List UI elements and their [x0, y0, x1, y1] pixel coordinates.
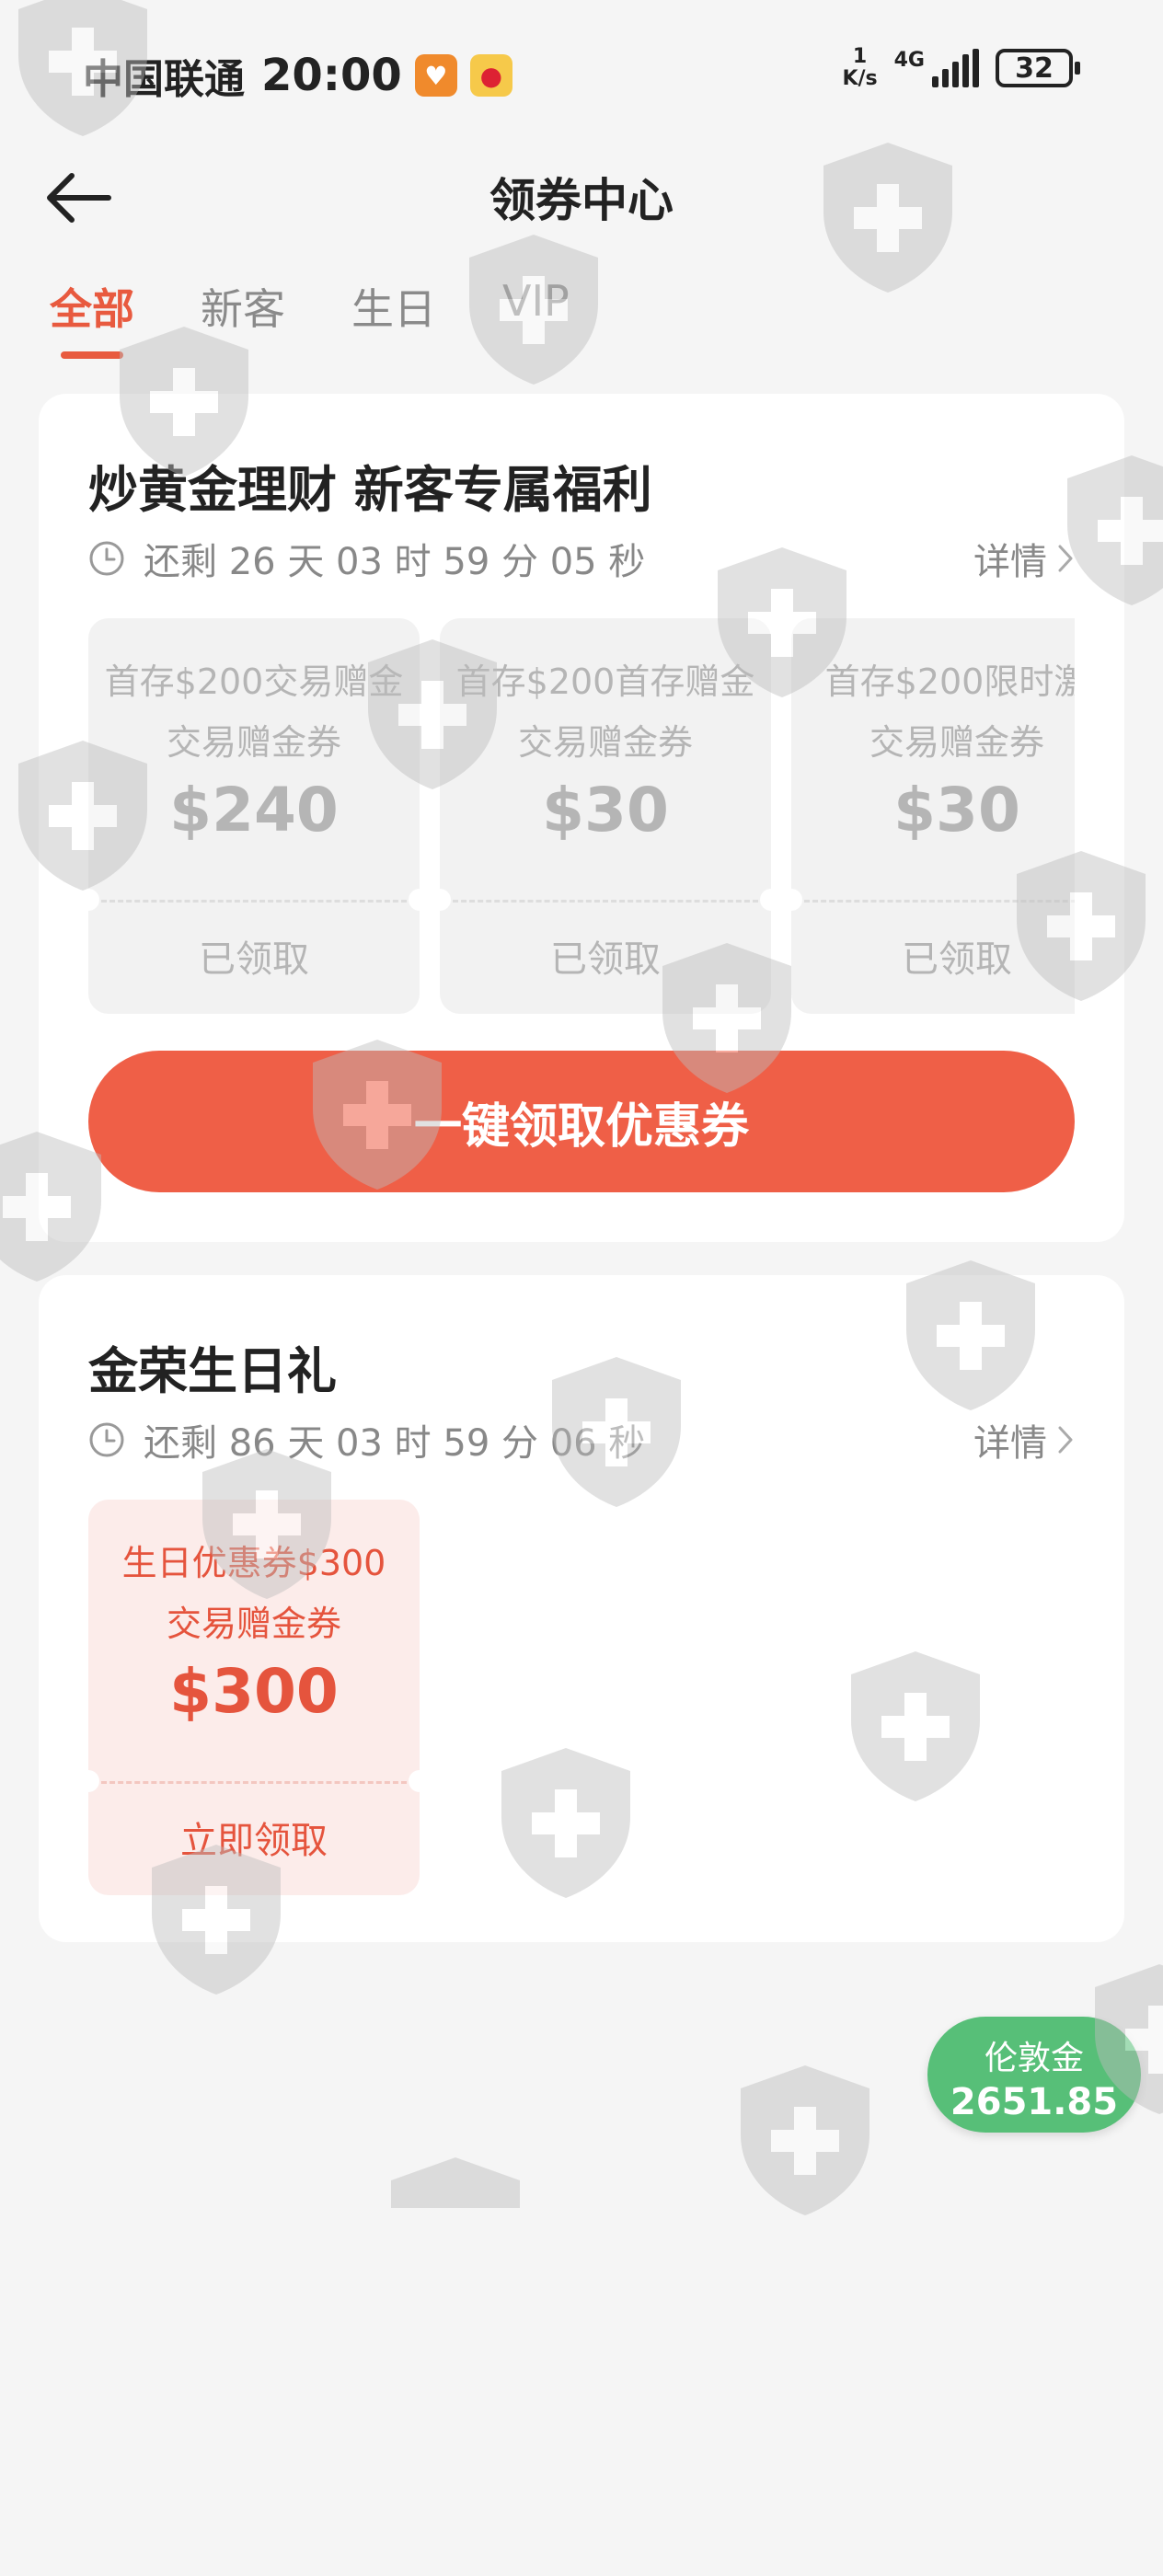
network-speed-unit: K/s: [842, 67, 878, 90]
countdown-text: 还剩 26 天 03 时 59 分 05 秒: [144, 541, 646, 583]
coupon-divider: [453, 900, 758, 903]
status-right: 1 K/s 4G 32: [842, 46, 1080, 90]
coupon-center-page: 中国联通 20:00 ♥ ● 1 K/s 4G 32 领券中心 全部 新客 生日…: [0, 0, 1163, 2576]
tab-birthday[interactable]: 生日: [351, 276, 436, 359]
coupon-name: 首存$200限时激: [824, 661, 1075, 702]
coupon-name: 首存$200首存赠金: [455, 661, 755, 702]
coupon-type: 交易赠金券: [869, 722, 1044, 763]
gold-price: 2651.85: [950, 2081, 1119, 2123]
coupon-card[interactable]: 首存$200交易赠金 交易赠金券 $240 已领取: [88, 618, 420, 1014]
app-notification-icon: ♥: [414, 54, 457, 97]
network-type: 4G: [893, 49, 925, 72]
coupon-divider: [101, 1781, 407, 1784]
tab-vip[interactable]: VIP: [502, 276, 570, 359]
countdown: 还剩 86 天 03 时 59 分 06 秒: [88, 1413, 645, 1466]
page-title: 领券中心: [489, 174, 674, 227]
countdown: 还剩 26 天 03 时 59 分 05 秒: [88, 532, 645, 585]
coupon-type: 交易赠金券: [517, 722, 693, 763]
london-gold-badge[interactable]: 伦敦金 2651.85: [927, 2017, 1141, 2133]
tab-all[interactable]: 全部: [50, 276, 134, 359]
weibo-icon: ●: [469, 54, 512, 97]
signal-icon: 4G: [894, 49, 979, 87]
coupon-type: 交易赠金券: [166, 1604, 341, 1644]
status-bar: 中国联通 20:00 ♥ ● 1 K/s 4G 32: [0, 0, 1163, 147]
countdown-text: 还剩 86 天 03 时 59 分 06 秒: [144, 1422, 646, 1465]
network-speed-value: 1: [852, 45, 868, 68]
header: 领券中心: [0, 138, 1163, 258]
details-link[interactable]: 详情: [973, 1413, 1075, 1466]
birthday-coupon-card[interactable]: 生日优惠券$300 交易赠金券 $300 立即领取: [88, 1500, 420, 1895]
details-link[interactable]: 详情: [973, 532, 1075, 585]
coupon-name: 生日优惠券$300: [121, 1543, 386, 1583]
coupon-type: 交易赠金券: [166, 722, 341, 763]
tab-new-customer[interactable]: 新客: [201, 276, 285, 359]
clock-icon: [89, 1422, 124, 1457]
section-title: 炒黄金理财 新客专属福利: [88, 461, 652, 519]
coupon-name: 首存$200交易赠金: [104, 661, 404, 702]
coupon-divider: [804, 900, 1075, 903]
chevron-right-icon: [1058, 1426, 1073, 1454]
coupon-amount: $240: [169, 775, 339, 845]
coupon-card[interactable]: 首存$200限时激 交易赠金券 $30 已领取: [791, 618, 1075, 1014]
claim-all-button[interactable]: 一键领取优惠券: [88, 1051, 1075, 1192]
coupon-amount: $30: [893, 775, 1020, 845]
section-title: 金荣生日礼: [88, 1342, 337, 1400]
coupon-status: 已领取: [550, 938, 661, 981]
tab-bar: 全部 新客 生日 VIP: [50, 276, 570, 359]
details-label: 详情: [973, 541, 1047, 583]
clock-icon: [89, 541, 124, 576]
shield-watermark-icon: [391, 2157, 520, 2208]
coupon-status: 已领取: [902, 938, 1012, 981]
carrier-name: 中国联通: [83, 56, 245, 103]
coupon-divider: [101, 900, 407, 903]
network-speed: 1 K/s: [842, 46, 877, 90]
battery-level: 32: [1015, 52, 1054, 85]
coupon-amount: $300: [169, 1656, 339, 1727]
coupon-amount: $30: [542, 775, 669, 845]
status-time: 20:00: [261, 50, 402, 101]
coupon-status: 已领取: [199, 938, 309, 981]
new-customer-card: 炒黄金理财 新客专属福利 还剩 26 天 03 时 59 分 05 秒 详情 首…: [39, 394, 1124, 1242]
details-label: 详情: [973, 1422, 1047, 1465]
battery-icon: 32: [996, 49, 1080, 87]
coupon-list: 生日优惠券$300 交易赠金券 $300 立即领取: [88, 1500, 1075, 1895]
birthday-card: 金荣生日礼 还剩 86 天 03 时 59 分 06 秒 详情 生日优惠券$30…: [39, 1275, 1124, 1942]
coupon-card[interactable]: 首存$200首存赠金 交易赠金券 $30 已领取: [440, 618, 771, 1014]
gold-label: 伦敦金: [984, 2040, 1084, 2077]
coupon-list[interactable]: 首存$200交易赠金 交易赠金券 $240 已领取 首存$200首存赠金 交易赠…: [88, 618, 1075, 1014]
shield-watermark-icon: [741, 2065, 869, 2215]
chevron-right-icon: [1058, 545, 1073, 572]
status-left: 中国联通 20:00 ♥ ●: [83, 46, 512, 105]
claim-now-button[interactable]: 立即领取: [88, 1811, 420, 1864]
